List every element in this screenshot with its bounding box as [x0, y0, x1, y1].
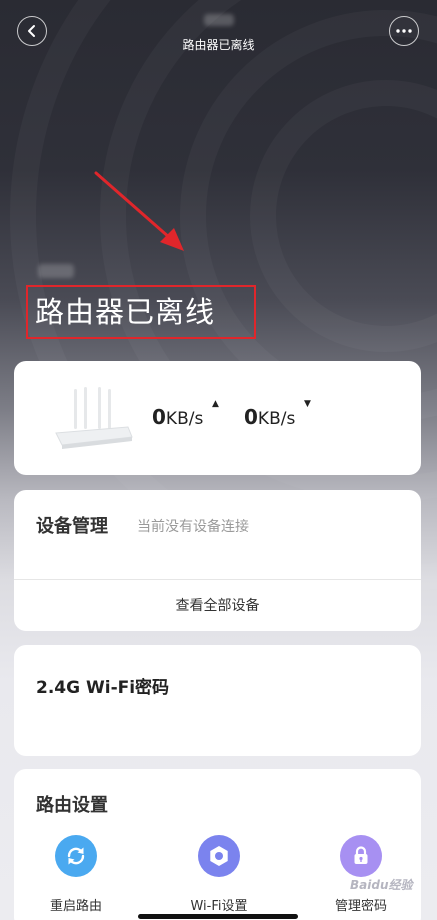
router-settings-title: 路由设置 — [36, 795, 108, 816]
device-management-card: 设备管理 当前没有设备连接 查看全部设备 — [14, 490, 421, 631]
restart-router-label: 重启路由 — [49, 899, 102, 914]
download-value: 0 — [244, 405, 258, 429]
router-icon — [55, 387, 133, 449]
upload-unit: KB/s — [165, 409, 204, 429]
speed-card[interactable]: 0 KB/s ▲ 0 KB/s ▼ — [14, 361, 421, 475]
home-indicator — [138, 914, 298, 919]
download-arrow-icon: ▼ — [304, 399, 311, 409]
device-status-text: 当前没有设备连接 — [137, 519, 249, 535]
header-subtitle: 路由器已离线 — [182, 38, 255, 52]
more-dots-icon — [396, 29, 412, 33]
wifi-password-title: 2.4G Wi-Fi密码 — [36, 678, 170, 698]
gear-icon — [198, 835, 240, 877]
upload-speed: 0 KB/s ▲ — [152, 399, 219, 429]
download-speed: 0 KB/s ▼ — [244, 399, 311, 429]
top-bar: 路由器已离线 — [0, 0, 437, 64]
router-settings-card: 路由设置 重启路由 Wi-Fi设置 管理密码 — [14, 769, 421, 920]
watermark: Baidu经验 — [350, 878, 413, 892]
refresh-icon — [55, 835, 97, 877]
admin-password-label: 管理密码 — [334, 899, 387, 914]
device-management-title: 设备管理 — [36, 516, 108, 537]
lock-icon — [340, 835, 382, 877]
more-button[interactable] — [389, 16, 419, 46]
admin-password-button[interactable]: 管理密码 — [316, 835, 406, 914]
blurred-router-name — [203, 14, 234, 26]
wifi-password-card[interactable]: 2.4G Wi-Fi密码 — [14, 645, 421, 756]
annotation-arrow-icon — [94, 171, 184, 251]
blurred-router-name — [38, 264, 74, 278]
download-unit: KB/s — [257, 409, 296, 429]
wifi-settings-label: Wi-Fi设置 — [190, 899, 248, 914]
screen: 路由器已离线 路由器已离线 0 KB/s ▲ 0 KB/s ▼ 设备管理 当前没… — [0, 0, 437, 920]
restart-router-button[interactable]: 重启路由 — [31, 835, 121, 914]
upload-value: 0 — [152, 405, 166, 429]
wifi-settings-button[interactable]: Wi-Fi设置 — [174, 835, 264, 914]
view-all-devices-button[interactable]: 查看全部设备 — [14, 579, 421, 631]
upload-arrow-icon: ▲ — [212, 399, 219, 409]
highlight-box — [26, 285, 256, 339]
